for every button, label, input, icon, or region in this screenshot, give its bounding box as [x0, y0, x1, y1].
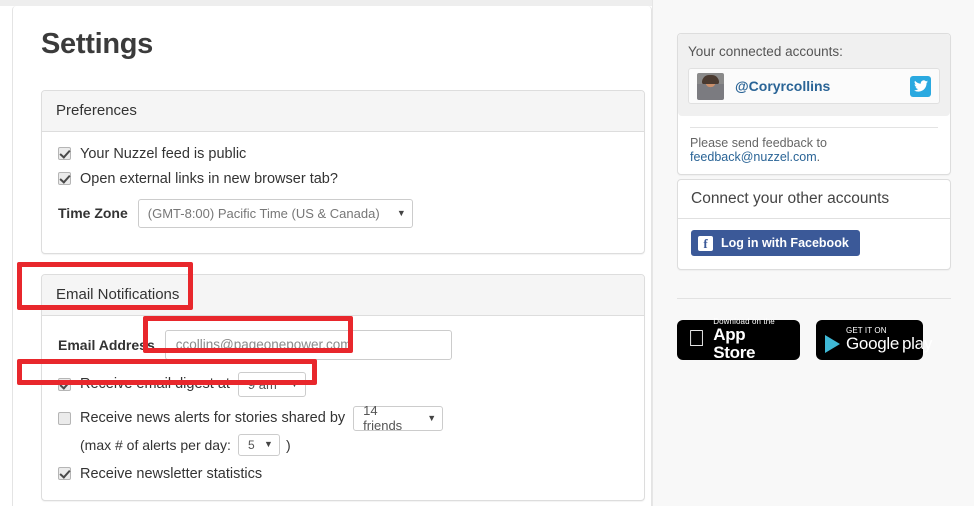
- connected-account-row[interactable]: @Coryrcollins: [688, 68, 940, 104]
- email-notifications-panel: Email Notifications Email Address Receiv…: [41, 274, 645, 501]
- timezone-label: Time Zone: [58, 205, 128, 221]
- max-alerts-value: 5: [247, 437, 255, 452]
- email-address-label: Email Address: [58, 336, 155, 353]
- timezone-value: (GMT-8:00) Pacific Time (US & Canada): [147, 205, 380, 221]
- pref-external-links-checkbox[interactable]: [58, 172, 71, 185]
- preferences-panel: Preferences Your Nuzzel feed is public O…: [41, 90, 645, 254]
- max-alerts-suffix: ): [285, 436, 291, 453]
- chevron-down-icon: ▼: [264, 439, 273, 449]
- app-store-badge-big: App Store: [696, 326, 775, 362]
- pref-feed-public-label: Your Nuzzel feed is public: [80, 145, 247, 162]
- right-sidebar: Your connected accounts: @Coryrcollins P…: [652, 0, 974, 506]
- feedback-prefix: Please send feedback to: [690, 136, 827, 150]
- preferences-heading: Preferences: [42, 91, 644, 132]
- email-digest-time-value: 9 am: [247, 376, 277, 392]
- pref-external-links-row[interactable]: Open external links in new browser tab?: [58, 171, 628, 187]
- account-handle[interactable]: @Coryrcollins: [735, 78, 910, 94]
- feedback-suffix: .: [816, 150, 821, 164]
- max-alerts-prefix: (max # of alerts per day:: [80, 436, 231, 453]
- feedback-email-link[interactable]: feedback@nuzzel.com: [690, 150, 817, 164]
- settings-page: Settings Preferences Your Nuzzel feed is…: [0, 0, 974, 506]
- pref-feed-public-row[interactable]: Your Nuzzel feed is public: [58, 146, 628, 162]
- timezone-row: Time Zone (GMT-8:00) Pacific Time (US & …: [58, 198, 628, 228]
- news-alerts-friends-value: 14 friends: [363, 403, 403, 433]
- max-alerts-row: (max # of alerts per day: 5 ▼ ): [80, 433, 628, 456]
- connected-accounts-panel: Your connected accounts: @Coryrcollins P…: [677, 33, 951, 175]
- facebook-login-button[interactable]: f Log in with Facebook: [691, 230, 860, 256]
- newsletter-stats-checkbox[interactable]: [58, 467, 71, 480]
- news-alerts-label: Receive news alerts for stories shared b…: [80, 410, 346, 426]
- chevron-down-icon: ▼: [290, 378, 299, 389]
- pref-external-links-label: Open external links in new browser tab?: [80, 170, 338, 187]
- connected-accounts-title: Your connected accounts:: [688, 44, 843, 59]
- newsletter-stats-label: Receive newsletter statistics: [80, 465, 263, 482]
- google-play-badge[interactable]: GET IT ON Google play: [816, 320, 932, 360]
- email-digest-row[interactable]: Receive email digest at 9 am ▼: [58, 371, 628, 397]
- google-play-badge-big-thin: play: [902, 334, 933, 354]
- facebook-login-label: Log in with Facebook: [721, 236, 849, 250]
- store-badges:  Download on the App Store GET IT ON Go…: [677, 317, 932, 362]
- google-play-badge-big: Google: [846, 334, 900, 354]
- email-digest-checkbox[interactable]: [58, 377, 71, 391]
- max-alerts-select[interactable]: 5 ▼: [237, 433, 280, 456]
- connect-accounts-heading: Connect your other accounts: [678, 180, 950, 219]
- connect-accounts-body: f Log in with Facebook: [678, 219, 950, 269]
- google-play-badge-text: GET IT ON Google play: [825, 326, 933, 354]
- email-digest-time-select[interactable]: 9 am ▼: [237, 371, 306, 397]
- email-address-row: Email Address: [58, 329, 628, 360]
- app-store-badge-text: Download on the App Store: [696, 317, 789, 362]
- sidebar-divider: [677, 298, 951, 299]
- main-content-card: Settings Preferences Your Nuzzel feed is…: [12, 6, 652, 506]
- chevron-down-icon: ▼: [396, 207, 406, 218]
- facebook-icon: f: [698, 235, 713, 251]
- apple-icon: : [688, 327, 705, 350]
- email-notifications-body: Email Address Receive email digest at 9 …: [42, 316, 644, 506]
- feedback-line: Please send feedback to feedback@nuzzel.…: [678, 128, 950, 174]
- preferences-body: Your Nuzzel feed is public Open external…: [42, 132, 644, 244]
- pref-feed-public-checkbox[interactable]: [58, 147, 71, 160]
- news-alerts-checkbox[interactable]: [58, 411, 71, 425]
- google-play-badge-row: Google play: [825, 334, 933, 354]
- email-address-input[interactable]: [164, 329, 452, 360]
- news-alerts-row[interactable]: Receive news alerts for stories shared b…: [58, 403, 628, 433]
- page-title: Settings: [41, 28, 153, 60]
- news-alerts-friends-select[interactable]: 14 friends ▼: [353, 403, 444, 433]
- google-play-icon: [825, 335, 840, 354]
- chevron-down-icon: ▼: [427, 412, 437, 423]
- avatar: [697, 72, 724, 100]
- connected-accounts-inner: Your connected accounts: @Coryrcollins: [678, 34, 950, 116]
- twitter-icon[interactable]: [910, 75, 931, 97]
- email-digest-label: Receive email digest at: [80, 376, 230, 392]
- newsletter-stats-row[interactable]: Receive newsletter statistics: [58, 466, 628, 482]
- app-store-badge[interactable]:  Download on the App Store: [677, 317, 800, 362]
- connect-accounts-panel: Connect your other accounts f Log in wit…: [677, 179, 951, 270]
- email-notifications-heading: Email Notifications: [42, 275, 644, 316]
- timezone-select[interactable]: (GMT-8:00) Pacific Time (US & Canada) ▼: [137, 198, 413, 228]
